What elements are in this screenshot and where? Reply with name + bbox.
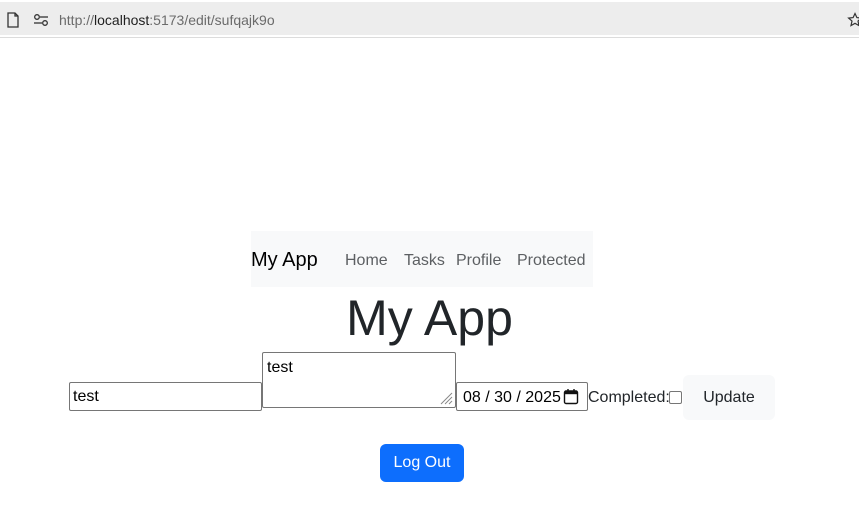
nav-link-home[interactable]: Home [345, 251, 388, 271]
nav-link-profile[interactable]: Profile [456, 251, 501, 271]
address-bar[interactable]: http://localhost:5173/edit/sufqajk9o [0, 2, 859, 35]
due-date-value: 08 / 30 / 2025 [463, 389, 561, 406]
url-path: :5173/edit/sufqajk9o [149, 12, 275, 28]
nav-link-tasks[interactable]: Tasks [404, 251, 445, 271]
url-scheme: http:// [59, 12, 95, 28]
bookmark-star-icon[interactable] [847, 12, 859, 28]
completed-label: Completed: [588, 389, 670, 406]
page-title: My App [346, 290, 513, 346]
logout-button[interactable]: Log Out [380, 444, 464, 482]
due-date-input[interactable]: 08 / 30 / 2025 [456, 382, 588, 411]
browser-toolbar: http://localhost:5173/edit/sufqajk9o [0, 0, 859, 38]
task-description-textarea[interactable]: test [262, 352, 456, 408]
site-settings-icon[interactable] [33, 13, 49, 27]
navbar-brand[interactable]: My App [251, 248, 318, 272]
resize-grip-icon[interactable] [438, 390, 453, 405]
url-host: localhost [94, 12, 150, 28]
nav-link-protected[interactable]: Protected [517, 251, 585, 271]
url-text[interactable]: http://localhost:5173/edit/sufqajk9o [59, 12, 275, 29]
navbar: My App Home Tasks Profile Protected [251, 231, 593, 287]
page-icon [7, 12, 19, 28]
task-title-input[interactable] [69, 382, 262, 411]
update-button[interactable]: Update [683, 375, 775, 420]
completed-checkbox[interactable] [669, 391, 682, 404]
calendar-icon[interactable] [563, 388, 579, 405]
